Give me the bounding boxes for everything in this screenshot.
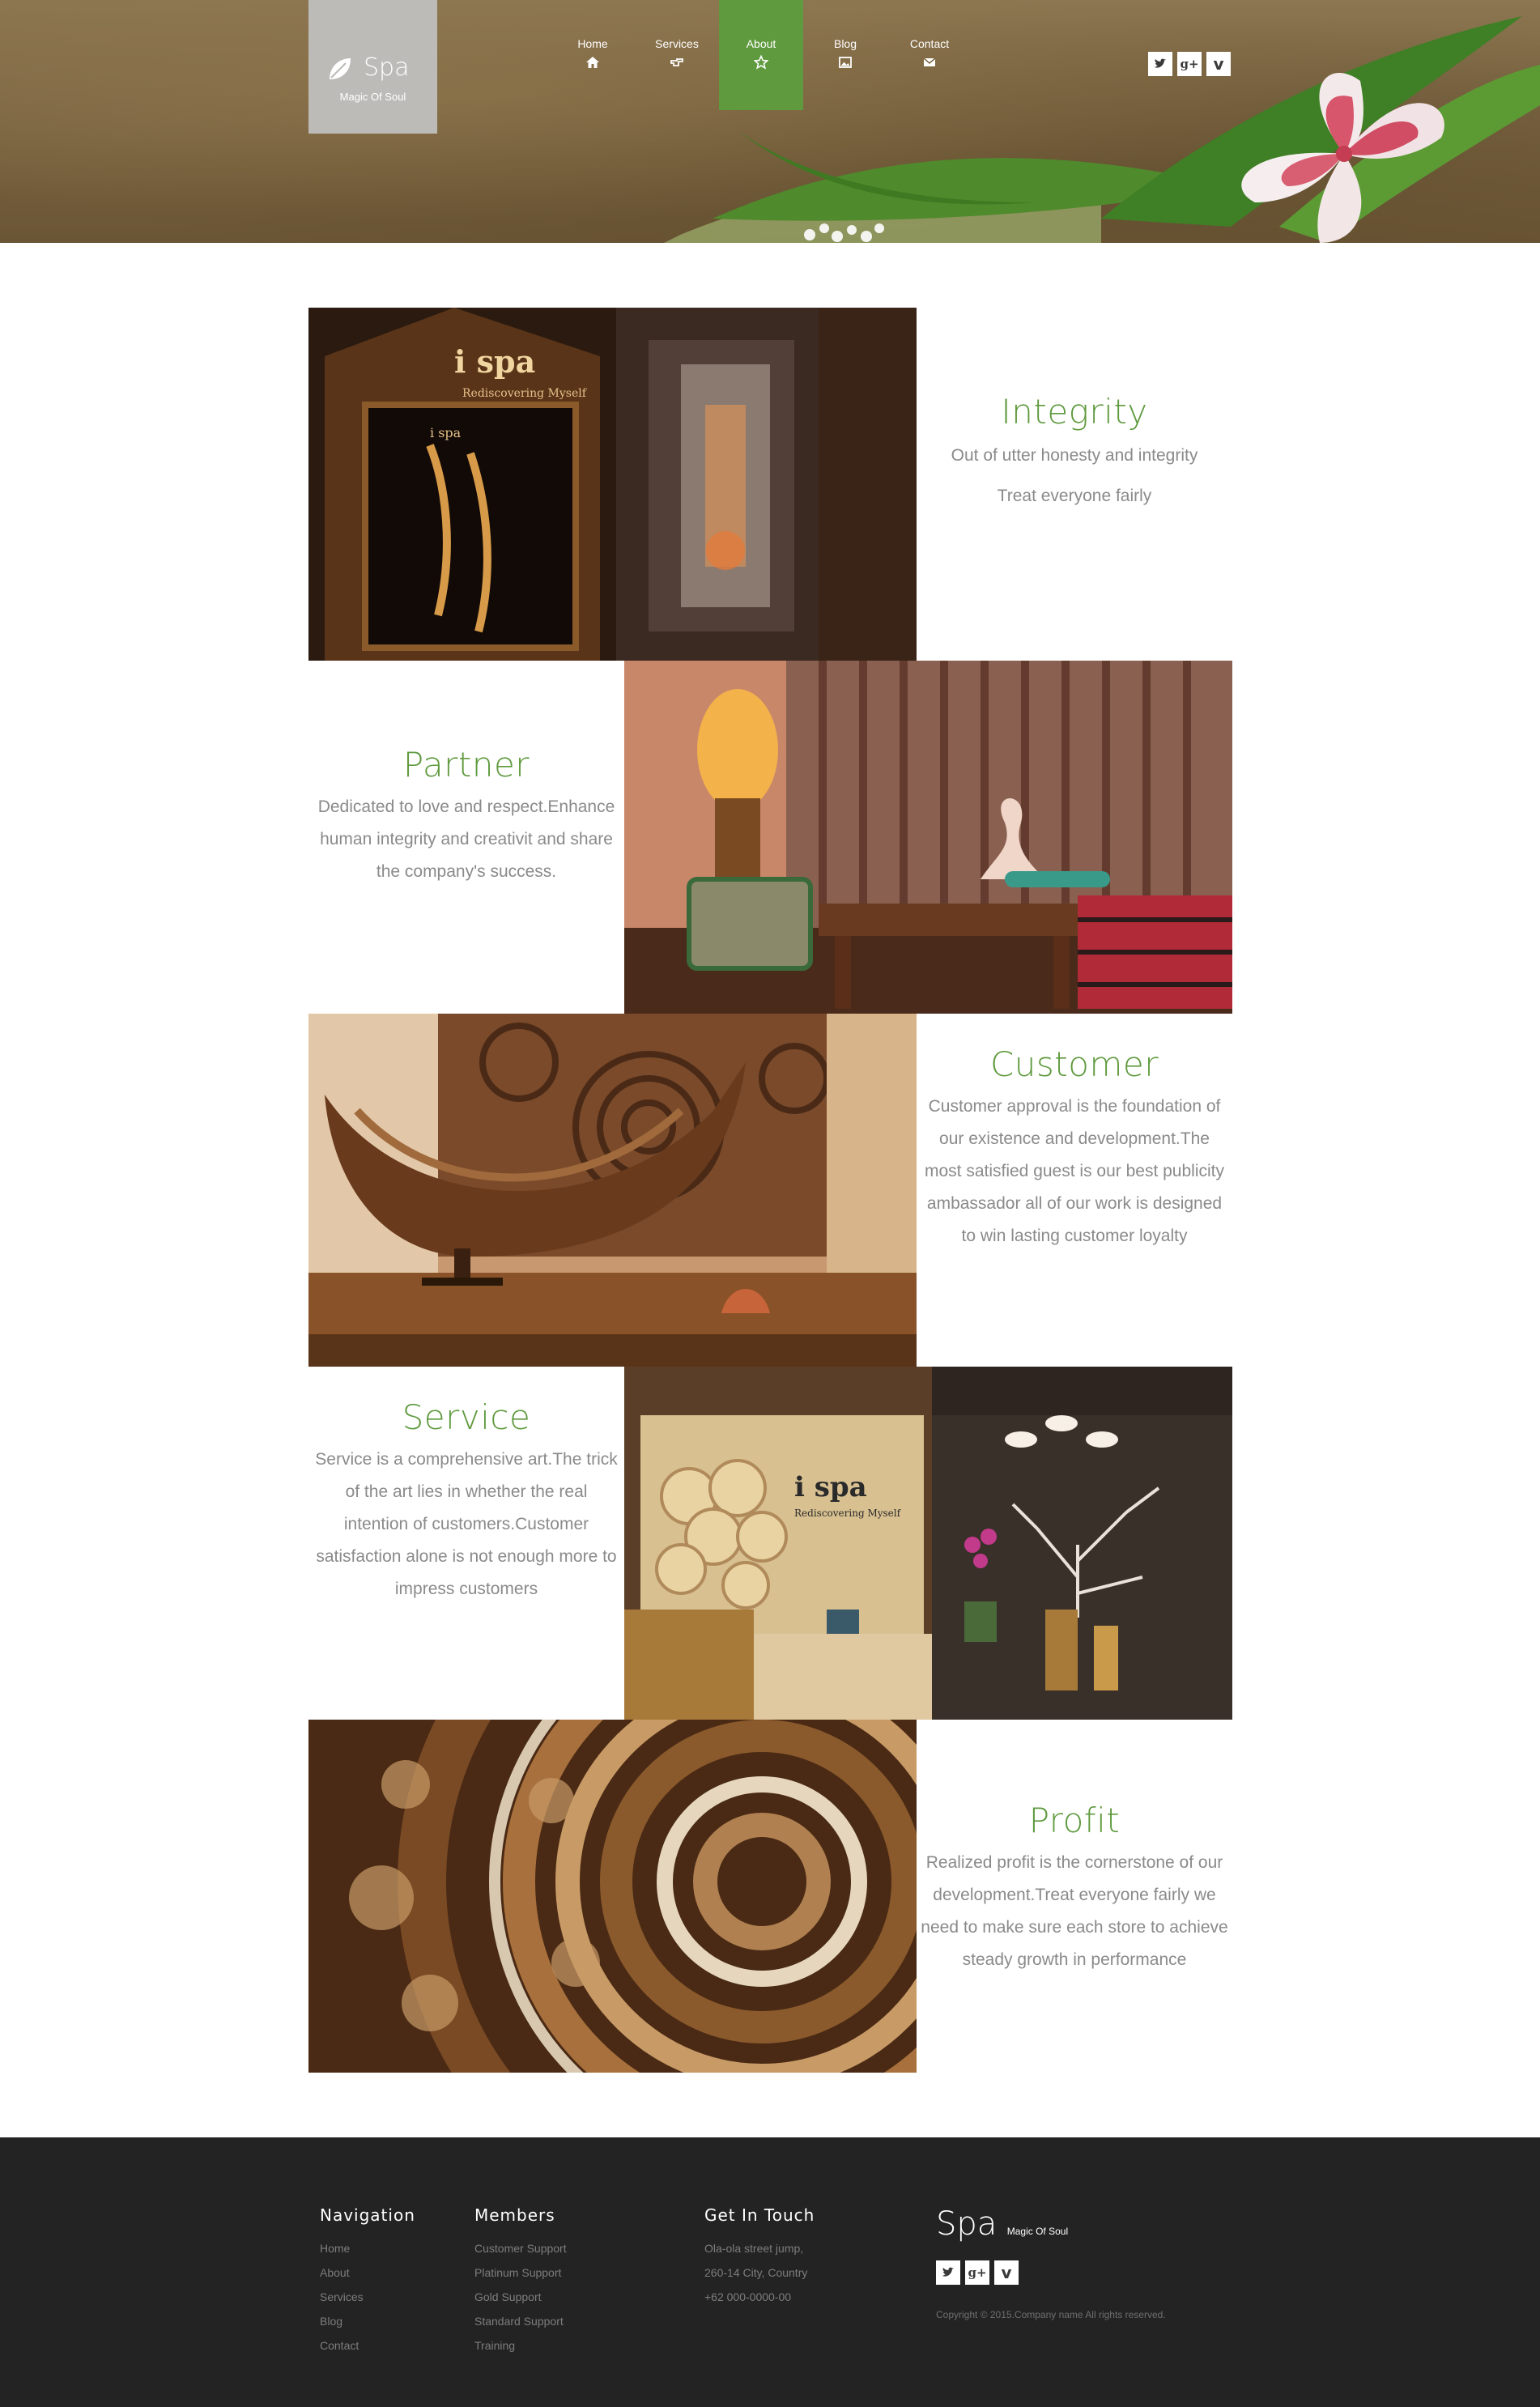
brand-logo[interactable]: Spa Magic Of Soul (308, 0, 437, 134)
section-body: Service is a comprehensive art.The trick… (315, 1450, 618, 1598)
footer-brand-name: Spa (936, 2205, 998, 2243)
footer-heading: Members (474, 2205, 555, 2225)
footer-brand: Spa Magic Of Soul g+ v Copyright © 2015.… (936, 2205, 1166, 2320)
section-title: Profit (1028, 1801, 1121, 1840)
section-body: Customer approval is the foundation of o… (924, 1097, 1224, 1245)
nav-item-contact[interactable]: Contact (887, 0, 972, 110)
footer-link-training[interactable]: Training (474, 2333, 567, 2358)
integrity-text-block: Integrity Out of utter honesty and integ… (917, 308, 1232, 661)
about-row-integrity: i spa Rediscovering Myself i spa Integri… (308, 308, 1232, 661)
vimeo-icon[interactable]: v (994, 2260, 1019, 2285)
section-line: Out of utter honesty and integrity (951, 446, 1198, 465)
nav-item-label: Home (577, 37, 608, 50)
section-title: Customer (989, 1044, 1159, 1084)
brand-tagline: Magic Of Soul (339, 91, 406, 103)
about-row-profit: Profit Realized profit is the cornerston… (308, 1720, 1232, 2073)
footer-address-line: 260-14 City, Country (704, 2266, 808, 2279)
site-footer: Navigation Home About Services Blog Cont… (0, 2137, 1540, 2407)
footer-link-contact[interactable]: Contact (320, 2333, 415, 2358)
pointing-hand-icon (670, 58, 683, 66)
header-social-links: g+ v (1148, 52, 1231, 76)
nav-item-services[interactable]: Services (635, 0, 719, 110)
star-icon (754, 55, 768, 70)
nav-item-label: Blog (833, 37, 857, 50)
section-line: Treat everyone fairly (997, 487, 1152, 505)
footer-link-home[interactable]: Home (320, 2236, 415, 2260)
main-navigation: Home Services About Blog Contact (551, 0, 972, 110)
footer-brand-tagline: Magic Of Soul (1006, 2226, 1069, 2237)
footer-social-links: g+ v (936, 2260, 1166, 2285)
section-title: Partner (402, 745, 530, 785)
footer-link-customer-support[interactable]: Customer Support (474, 2236, 567, 2260)
google-plus-icon[interactable]: g+ (1177, 52, 1202, 76)
wood-carving-photo (308, 1720, 917, 2073)
twitter-icon[interactable] (1148, 52, 1172, 76)
footer-address-line: Ola-ola street jump, (704, 2242, 804, 2255)
footer-contact: Get In Touch Ola-ola street jump, 260-14… (704, 2205, 815, 2309)
vimeo-icon[interactable]: v (1206, 52, 1231, 76)
reception-tagline-text: Rediscovering Myself (794, 1508, 902, 1519)
profit-text-block: Profit Realized profit is the cornerston… (917, 1720, 1232, 2073)
sign-logo-text: i spa (454, 343, 535, 380)
footer-phone: +62 000-0000-00 (704, 2290, 792, 2303)
section-title: Service (402, 1397, 531, 1437)
google-plus-icon[interactable]: g+ (965, 2260, 989, 2285)
lounge-room-photo (624, 661, 1232, 1014)
section-title: Integrity (1001, 392, 1148, 432)
twitter-icon[interactable] (936, 2260, 960, 2285)
footer-link-about[interactable]: About (320, 2260, 415, 2285)
nav-item-label: Contact (909, 37, 950, 50)
footer-link-platinum-support[interactable]: Platinum Support (474, 2260, 567, 2285)
copyright-text: Copyright © 2015.Company name All rights… (936, 2309, 1166, 2320)
envelope-icon (923, 57, 936, 66)
nav-item-about[interactable]: About (719, 0, 803, 110)
sign-small-text: i spa (430, 425, 462, 440)
nav-item-label: About (746, 37, 776, 50)
home-icon (586, 57, 599, 68)
section-body: Dedicated to love and respect.Enhance hu… (317, 797, 615, 881)
footer-link-gold-support[interactable]: Gold Support (474, 2285, 567, 2309)
nav-item-home[interactable]: Home (551, 0, 635, 110)
nav-item-label: Services (655, 37, 699, 50)
footer-heading: Navigation (320, 2205, 415, 2225)
customer-text-block: Customer Customer approval is the founda… (917, 1014, 1232, 1367)
carved-boat-photo (308, 1014, 917, 1367)
footer-link-standard-support[interactable]: Standard Support (474, 2309, 567, 2333)
picture-icon (839, 57, 852, 68)
about-row-service: Service Service is a comprehensive art.T… (308, 1367, 1232, 1720)
section-body: Realized profit is the cornerstone of ou… (921, 1853, 1228, 1969)
leaf-icon (330, 58, 351, 79)
brand-name: Spa (364, 53, 410, 82)
spa-entrance-photo: i spa Rediscovering Myself i spa (308, 308, 917, 661)
nav-item-blog[interactable]: Blog (803, 0, 887, 110)
footer-link-blog[interactable]: Blog (320, 2309, 415, 2333)
footer-heading: Get In Touch (704, 2205, 815, 2225)
about-row-customer: Customer Customer approval is the founda… (308, 1014, 1232, 1367)
about-row-partner: Partner Dedicated to love and respect.En… (308, 661, 1232, 1014)
reception-desk-photo: i spa Rediscovering Myself (624, 1367, 1232, 1720)
sign-tagline-text: Rediscovering Myself (462, 387, 588, 400)
partner-text-block: Partner Dedicated to love and respect.En… (308, 661, 624, 1014)
footer-members: Members Customer Support Platinum Suppor… (474, 2205, 567, 2358)
reception-logo-text: i spa (794, 1471, 867, 1503)
service-text-block: Service Service is a comprehensive art.T… (308, 1367, 624, 1720)
footer-navigation: Navigation Home About Services Blog Cont… (320, 2205, 415, 2358)
site-header: Spa Magic Of Soul Home Services About Bl… (0, 0, 1540, 243)
footer-link-services[interactable]: Services (320, 2285, 415, 2309)
